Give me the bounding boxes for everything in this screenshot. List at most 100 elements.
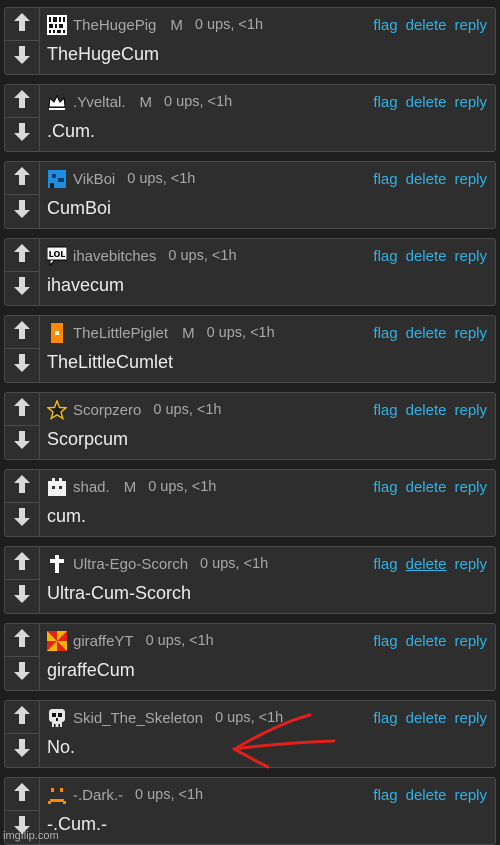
reply-link[interactable]: reply [454,710,487,727]
comment-meta: LOL ihavebitches 0 ups, <1h flag delete … [47,244,487,268]
upvote-button[interactable] [5,239,39,272]
upvote-button[interactable] [5,778,39,811]
comment-meta: giraffeYT 0 ups, <1h flag delete reply [47,629,487,653]
crown-icon[interactable] [47,92,67,112]
comment-item: TheHugePig M 0 ups, <1h flag delete repl… [4,7,496,75]
delete-link[interactable]: delete [406,248,447,265]
flag-link[interactable]: flag [373,710,397,727]
username-link[interactable]: giraffeYT [73,633,134,650]
comment-item: Skid_The_Skeleton 0 ups, <1h flag delete… [4,700,496,768]
reply-link[interactable]: reply [454,94,487,111]
comment-actions: flag delete reply [373,94,487,111]
reply-link[interactable]: reply [454,17,487,34]
reply-link[interactable]: reply [454,787,487,804]
delete-link[interactable]: delete [406,402,447,419]
delete-link[interactable]: delete [406,325,447,342]
downvote-button[interactable] [5,580,39,613]
delete-link[interactable]: delete [406,633,447,650]
orange-block-icon[interactable] [47,323,67,343]
reply-link[interactable]: reply [454,633,487,650]
reply-link[interactable]: reply [454,248,487,265]
downvote-button[interactable] [5,503,39,536]
flag-link[interactable]: flag [373,479,397,496]
lol-speech-bubble-icon[interactable]: LOL [47,246,67,266]
downvote-button[interactable] [5,734,39,767]
arrow-up-icon [13,474,31,499]
binary-pixel-icon[interactable] [47,15,67,35]
downvote-button[interactable] [5,657,39,690]
username-link[interactable]: VikBoi [73,171,115,188]
delete-link[interactable]: delete [406,94,447,111]
delete-link[interactable]: delete [406,17,447,34]
arrow-down-icon [13,738,31,763]
arrow-down-icon [13,584,31,609]
comment-meta: .Yveltal. M 0 ups, <1h flag delete reply [47,90,487,114]
upvote-button[interactable] [5,8,39,41]
vote-column [5,547,40,613]
username-link[interactable]: shad. [73,479,110,496]
comment-meta: TheLittlePiglet M 0 ups, <1h flag delete… [47,321,487,345]
reply-link[interactable]: reply [454,479,487,496]
comment-text: Ultra-Cum-Scorch [47,583,192,603]
username-link[interactable]: TheLittlePiglet [73,325,168,342]
flag-link[interactable]: flag [373,325,397,342]
username-link[interactable]: Skid_The_Skeleton [73,710,203,727]
reply-link[interactable]: reply [454,325,487,342]
reply-link[interactable]: reply [454,402,487,419]
reply-link[interactable]: reply [454,171,487,188]
pinwheel-icon[interactable] [47,631,67,651]
cross-icon[interactable] [47,554,67,574]
delete-link[interactable]: delete [406,171,447,188]
upvote-button[interactable] [5,316,39,349]
flag-link[interactable]: flag [373,787,397,804]
vote-column [5,393,40,459]
username-link[interactable]: Scorpzero [73,402,141,419]
flag-link[interactable]: flag [373,171,397,188]
downvote-button[interactable] [5,426,39,459]
delete-link[interactable]: delete [406,556,447,573]
downvote-button[interactable] [5,272,39,305]
delete-link[interactable]: delete [406,787,447,804]
flag-link[interactable]: flag [373,17,397,34]
skull-icon[interactable] [47,708,67,728]
upvote-button[interactable] [5,547,39,580]
arrow-down-icon [13,122,31,147]
username-link[interactable]: .Yveltal. [73,94,126,111]
arrow-up-icon [13,12,31,37]
upvote-button[interactable] [5,393,39,426]
flag-link[interactable]: flag [373,94,397,111]
downvote-button[interactable] [5,349,39,382]
flag-link[interactable]: flag [373,556,397,573]
upvote-button[interactable] [5,470,39,503]
comment-item: Ultra-Ego-Scorch 0 ups, <1h flag delete … [4,546,496,614]
username-link[interactable]: ihavebitches [73,248,156,265]
sad-face-icon[interactable] [47,785,67,805]
arrow-up-icon [13,397,31,422]
upvote-button[interactable] [5,624,39,657]
flag-link[interactable]: flag [373,633,397,650]
star-icon[interactable] [47,400,67,420]
blue-pixel-creature-icon[interactable] [47,169,67,189]
flag-link[interactable]: flag [373,248,397,265]
flag-link[interactable]: flag [373,402,397,419]
username-link[interactable]: TheHugePig [73,17,156,34]
upvote-button[interactable] [5,162,39,195]
comment-text: No. [47,737,76,757]
comment-actions: flag delete reply [373,248,487,265]
reply-link[interactable]: reply [454,556,487,573]
mod-badge: M [182,324,195,342]
downvote-button[interactable] [5,118,39,151]
upvote-button[interactable] [5,85,39,118]
arrow-up-icon [13,320,31,345]
arrow-down-icon [13,430,31,455]
robot-face-icon[interactable] [47,477,67,497]
username-link[interactable]: Ultra-Ego-Scorch [73,556,188,573]
downvote-button[interactable] [5,195,39,228]
delete-link[interactable]: delete [406,710,447,727]
arrow-up-icon [13,628,31,653]
username-link[interactable]: -.Dark.- [73,787,123,804]
mod-badge: M [123,478,137,496]
upvote-button[interactable] [5,701,39,734]
delete-link[interactable]: delete [406,479,447,496]
downvote-button[interactable] [5,41,39,74]
